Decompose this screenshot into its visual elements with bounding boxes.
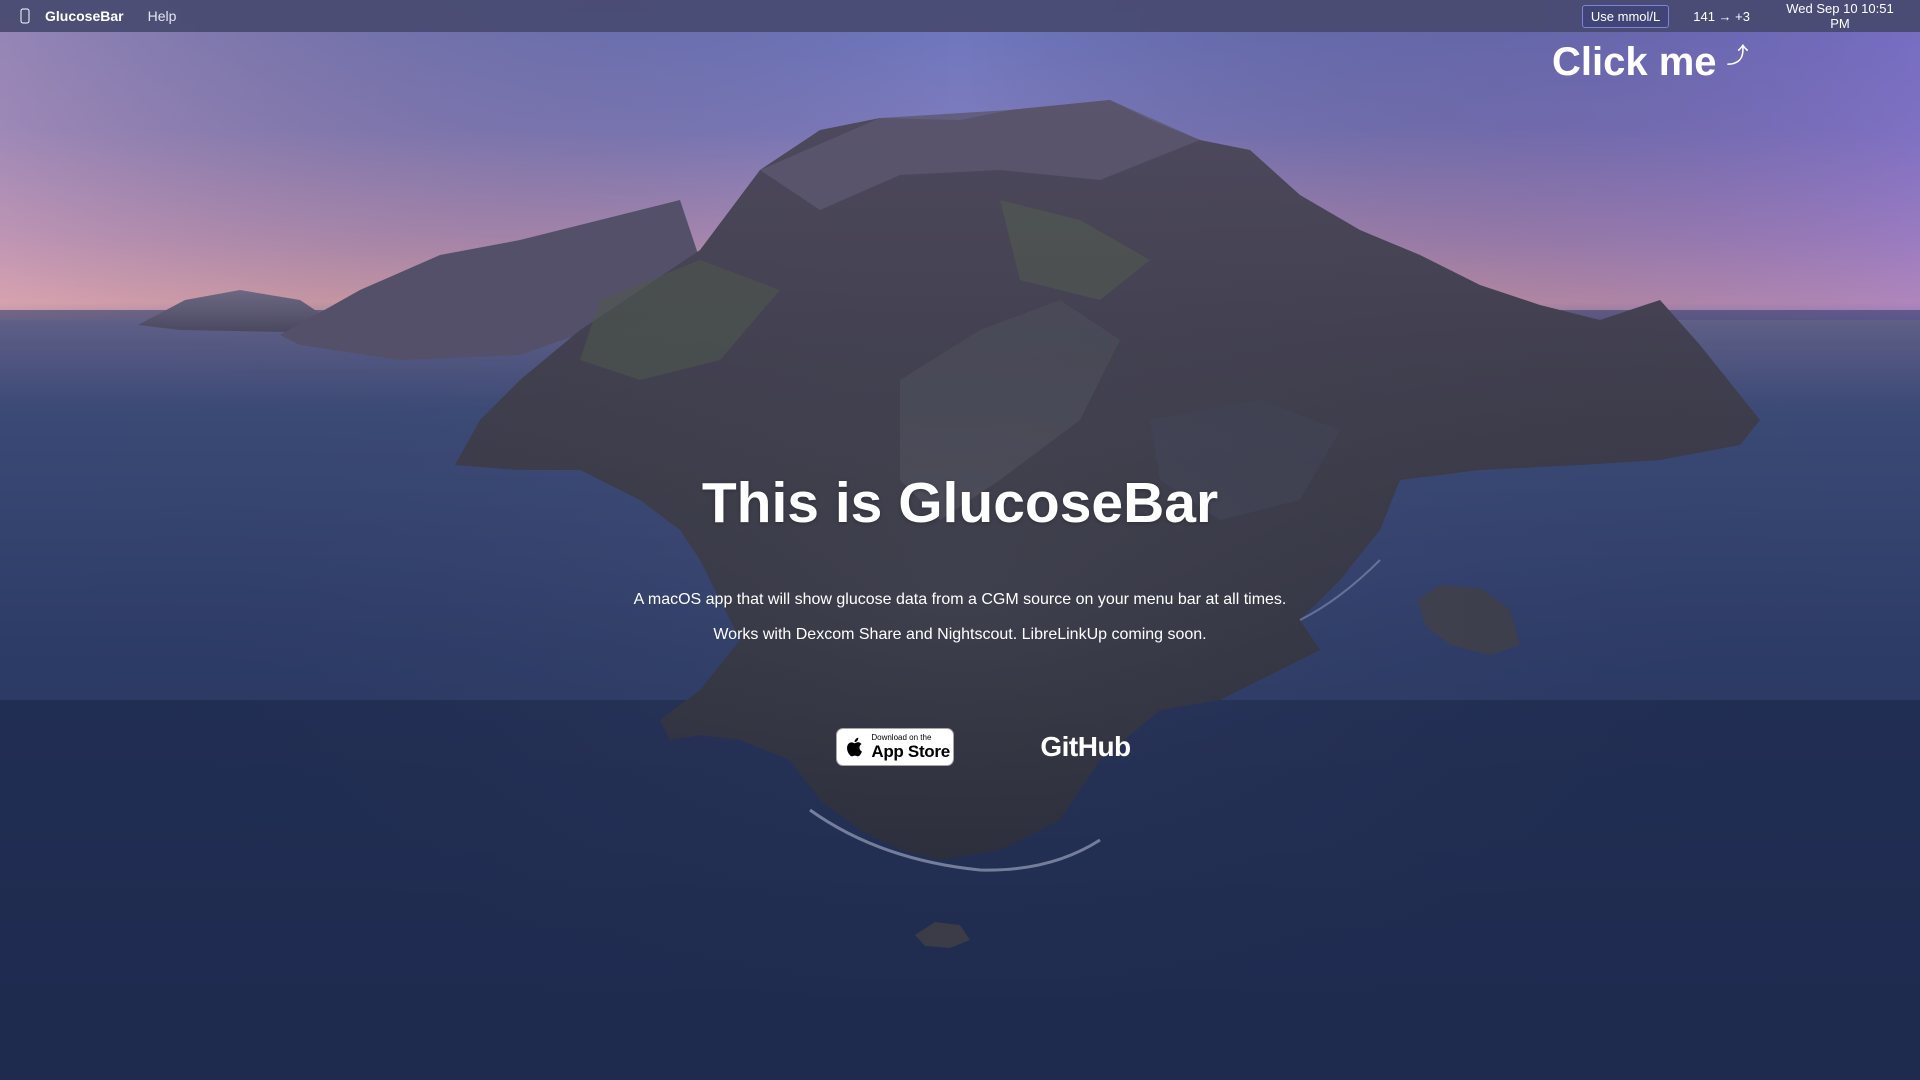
use-mmol-button[interactable]: Use mmol/L — [1581, 4, 1670, 28]
download-links: Download on the App Store GitHub — [0, 728, 1920, 766]
app-store-badge-caption: Download on the — [871, 733, 932, 742]
github-link[interactable]: GitHub — [1040, 731, 1131, 763]
menu-bar: GlucoseBar Help Use mmol/L 141 → +3 Wed … — [0, 0, 1920, 32]
apple-logo-icon — [847, 737, 863, 757]
app-store-badge-text: Download on the App Store — [871, 733, 950, 761]
app-store-badge-title: App Store — [871, 742, 950, 761]
menu-app-name[interactable]: GlucoseBar — [45, 8, 124, 24]
hero-description: A macOS app that will show glucose data … — [633, 591, 1287, 608]
click-me-text: Click me — [1552, 40, 1717, 84]
desktop-screen: GlucoseBar Help Use mmol/L 141 → +3 Wed … — [0, 0, 1920, 1080]
arrow-up-right-icon: ⤴ — [1726, 43, 1749, 68]
hero-title: This is GlucoseBar — [701, 471, 1219, 535]
menu-help[interactable]: Help — [148, 8, 177, 24]
menu-bar-status-area: Use mmol/L 141 → +3 Wed Sep 10 10:51 PM — [1581, 0, 1920, 32]
menu-clock[interactable]: Wed Sep 10 10:51 PM — [1782, 1, 1898, 31]
click-me-callout: Click me ⤴ — [1552, 40, 1749, 85]
app-store-badge[interactable]: Download on the App Store — [836, 728, 955, 766]
apple-icon[interactable] — [19, 8, 31, 24]
hero-compatibility: Works with Dexcom Share and Nightscout. … — [713, 626, 1207, 643]
hero-section: This is GlucoseBar A macOS app that will… — [0, 470, 1920, 645]
apple-icon-glyph — [20, 8, 30, 24]
glucose-reading[interactable]: 141 → +3 — [1693, 9, 1750, 24]
